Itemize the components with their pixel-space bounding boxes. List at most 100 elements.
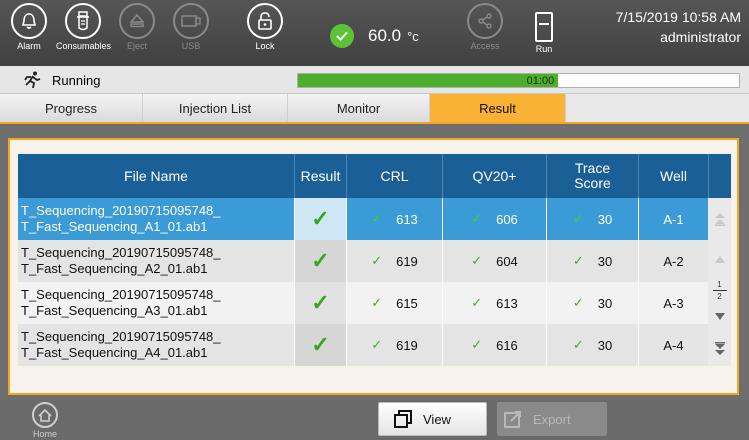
lock-button[interactable]: Lock — [238, 3, 292, 63]
usb-button[interactable]: USB — [164, 3, 218, 63]
crl-value: 613 — [396, 211, 418, 227]
pass-check-icon: ✓ — [572, 295, 584, 310]
tab-result[interactable]: Result — [430, 94, 566, 122]
file-name-cell: T_Sequencing_20190715095748_ T_Fast_Sequ… — [18, 282, 294, 324]
running-person-icon — [24, 71, 41, 89]
crl-cell: ✓ 619 — [346, 324, 442, 366]
alarm-icon — [11, 3, 47, 39]
pass-check-icon: ✓ — [371, 337, 383, 352]
trace-score-value: 30 — [597, 211, 613, 227]
triangle-down-icon — [714, 312, 725, 320]
crl-value: 619 — [396, 337, 418, 353]
qv20-value: 606 — [496, 211, 518, 227]
scroll-last-button[interactable] — [708, 336, 731, 362]
lock-label: Lock — [255, 41, 275, 51]
file-name-cell: T_Sequencing_20190715095748_ T_Fast_Sequ… — [18, 324, 294, 366]
table-scrollbar: 1 2 — [708, 198, 731, 366]
crl-cell: ✓ 613 — [346, 198, 442, 240]
header-scroll-spacer — [708, 154, 731, 198]
home-label: Home — [32, 429, 57, 439]
page-current: 1 — [717, 280, 722, 289]
pass-check-icon: ✓ — [311, 206, 330, 231]
alarm-button[interactable]: Alarm — [2, 3, 56, 63]
trace-score-value: 30 — [597, 337, 613, 353]
datetime-user: 7/15/2019 10:58 AM administrator — [616, 7, 741, 47]
run-progress-bar: 01:00 — [297, 73, 740, 88]
consumables-label: Consumables — [56, 41, 112, 51]
access-button[interactable]: Access — [458, 3, 512, 63]
trace-score-cell: ✓ 30 — [546, 240, 638, 282]
run-button[interactable]: Run — [526, 12, 562, 54]
run-progress-time: 01:00 — [526, 74, 555, 87]
pass-check-icon: ✓ — [471, 253, 483, 268]
table-row[interactable]: T_Sequencing_20190715095748_ T_Fast_Sequ… — [18, 324, 731, 366]
bottom-bar: Home View Export — [0, 400, 749, 440]
page-total: 2 — [717, 292, 722, 301]
header-result: Result — [294, 154, 346, 198]
datetime: 7/15/2019 10:58 AM — [615, 9, 741, 25]
usb-label: USB — [181, 41, 201, 51]
triangle-up-icon — [714, 255, 725, 263]
well-cell: A-2 — [638, 240, 708, 282]
home-button[interactable]: Home — [28, 402, 62, 439]
scroll-first-button[interactable] — [708, 206, 731, 232]
top-toolbar: Alarm Consumables Eject USB Lock 60.0 °c — [0, 0, 749, 66]
crl-value: 619 — [396, 253, 418, 269]
crl-cell: ✓ 615 — [346, 282, 442, 324]
pass-check-icon: ✓ — [311, 248, 330, 273]
result-cell: ✓ — [294, 282, 346, 324]
qv20-cell: ✓ 613 — [442, 282, 546, 324]
trace-score-value: 30 — [597, 253, 613, 269]
pass-check-icon: ✓ — [572, 211, 584, 226]
tab-label: Monitor — [336, 100, 381, 116]
table-row[interactable]: T_Sequencing_20190715095748_ T_Fast_Sequ… — [18, 198, 731, 240]
share-icon — [467, 3, 503, 39]
table-row[interactable]: T_Sequencing_20190715095748_ T_Fast_Sequ… — [18, 240, 731, 282]
trace-score-cell: ✓ 30 — [546, 282, 638, 324]
view-button[interactable]: View — [378, 402, 487, 436]
consumables-button[interactable]: Consumables — [56, 3, 112, 63]
run-icon — [535, 12, 553, 42]
crl-cell: ✓ 619 — [346, 240, 442, 282]
qv20-cell: ✓ 616 — [442, 324, 546, 366]
result-cell: ✓ — [294, 240, 346, 282]
file-name-cell: T_Sequencing_20190715095748_ T_Fast_Sequ… — [18, 198, 294, 240]
export-label: Export — [533, 411, 571, 427]
pass-check-icon: ✓ — [311, 332, 330, 357]
crl-value: 615 — [396, 295, 418, 311]
header-trace-score: Trace Score — [546, 154, 638, 198]
table-row[interactable]: T_Sequencing_20190715095748_ T_Fast_Sequ… — [18, 282, 731, 324]
export-button[interactable]: Export — [497, 402, 607, 436]
user-name: administrator — [660, 29, 741, 45]
access-label: Access — [470, 41, 500, 51]
tab-label: Result — [479, 100, 516, 116]
result-cell: ✓ — [294, 198, 346, 240]
pass-check-icon: ✓ — [311, 290, 330, 315]
tab-progress[interactable]: Progress — [0, 94, 143, 122]
table-header: File Name Result CRL QV20+ Trace Score W… — [18, 154, 731, 198]
trace-score-cell: ✓ 30 — [546, 198, 638, 240]
header-file-name: File Name — [124, 167, 188, 184]
temperature-ok-icon — [330, 24, 354, 48]
well-cell: A-4 — [638, 324, 708, 366]
scroll-up-button[interactable] — [708, 248, 731, 270]
lock-icon — [247, 3, 283, 39]
run-state-label: Running — [52, 73, 101, 88]
temperature-value: 60.0 — [368, 26, 402, 45]
pass-check-icon: ✓ — [371, 211, 383, 226]
eject-button[interactable]: Eject — [110, 3, 164, 63]
pass-check-icon: ✓ — [471, 295, 483, 310]
double-chevron-up-icon — [714, 213, 725, 226]
scroll-down-button[interactable] — [708, 304, 731, 328]
qv20-value: 613 — [496, 295, 518, 311]
temperature-status: 60.0 °c — [330, 22, 419, 50]
file-name-cell: T_Sequencing_20190715095748_ T_Fast_Sequ… — [18, 240, 294, 282]
tab-bar: Progress Injection List Monitor Result — [0, 94, 749, 124]
result-cell: ✓ — [294, 324, 346, 366]
tab-monitor[interactable]: Monitor — [288, 94, 430, 122]
view-icon — [394, 410, 412, 428]
eject-icon — [119, 3, 155, 39]
results-panel: File Name Result CRL QV20+ Trace Score W… — [8, 138, 739, 395]
header-crl: CRL — [346, 154, 442, 198]
tab-injection-list[interactable]: Injection List — [143, 94, 288, 122]
